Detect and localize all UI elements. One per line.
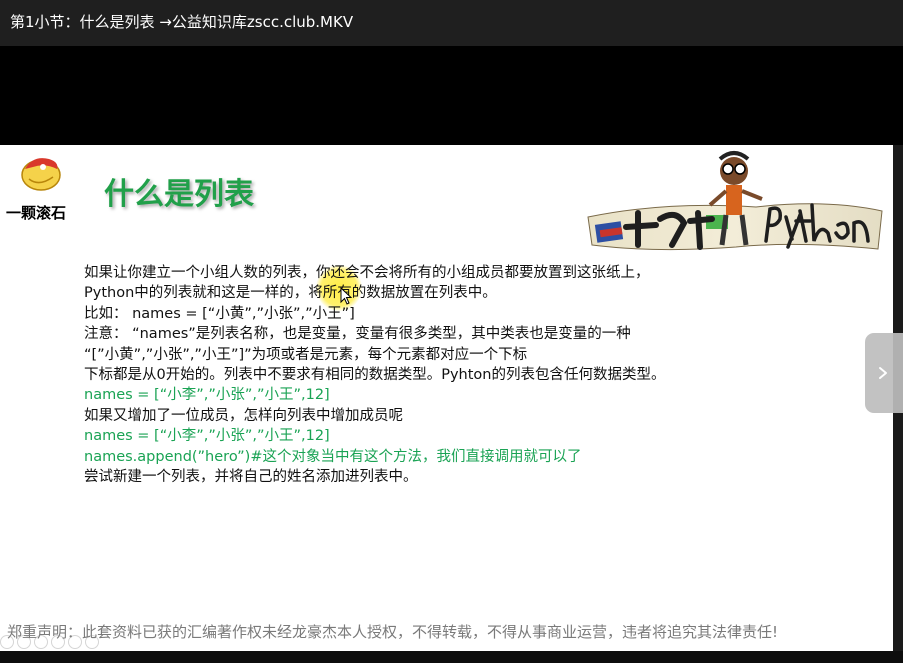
bottom-bar: [0, 651, 903, 663]
code-line: names.append(”hero”)#这个对象当中有这个方法，我们直接调用就…: [84, 448, 582, 465]
body-line: Python中的列表就和这是一样的，将所有的数据放置在列表中。: [84, 285, 497, 302]
code-line: names = [“小李”,”小张”,”小王”,12]: [84, 387, 330, 404]
python-banner-image: [587, 151, 883, 251]
copyright-disclaimer: 郑重声明：此套资料已获的汇编著作权未经龙豪杰本人授权，不得转载，不得从事商业运营…: [7, 623, 779, 641]
mouse-pointer-icon: [340, 287, 352, 305]
code-line: names = [“小李”,”小张”,”小王”,12]: [84, 428, 330, 445]
logo-label: 一颗滚石: [6, 204, 67, 222]
slide-body: 如果让你建立一个小组人数的列表，你还会不会将所有的小组成员都要放置到这张纸上， …: [84, 263, 874, 487]
body-line: 注意： “names”是列表名称，也是变量，变量有很多类型，其中类表也是变量的一…: [84, 326, 631, 343]
body-line: 比如： names = [“小黄”,”小张”,”小王”]: [84, 305, 355, 322]
body-line: 如果让你建立一个小组人数的列表，你还会不会将所有的小组成员都要放置到这张纸上，: [84, 265, 650, 281]
next-slide-control-icon[interactable]: [17, 635, 31, 649]
slides-grid-control-icon[interactable]: [51, 635, 65, 649]
pen-control-icon[interactable]: [34, 635, 48, 649]
slide-heading: 什么是列表: [104, 177, 254, 212]
body-line: 尝试新建一个列表，并将自己的姓名添加进列表中。: [84, 468, 418, 485]
body-line: 如果又增加了一位成员，怎样向列表中增加成员呢: [84, 407, 403, 424]
prev-slide-control-icon[interactable]: [0, 635, 14, 649]
slide-controls: [0, 635, 99, 649]
more-control-icon[interactable]: [85, 635, 99, 649]
body-line: “[”小黄”,”小张”,”小王”]”为项或者是元素，每个元素都对应一个下标: [84, 346, 528, 363]
chevron-right-icon: [879, 367, 887, 379]
video-letterbox: [0, 46, 903, 145]
window-titlebar: 第1小节：什么是列表 →公益知识库zscc.club.MKV: [0, 0, 903, 46]
window-title: 第1小节：什么是列表 →公益知识库zscc.club.MKV: [10, 13, 354, 31]
zoom-control-icon[interactable]: [68, 635, 82, 649]
rolling-stone-logo-icon: [21, 158, 61, 191]
slide: 一颗滚石 什么是列表 如果让你建立一个小组人数的列表，你还会不会将所有的小组成员…: [0, 145, 893, 651]
next-page-button[interactable]: [865, 333, 903, 413]
body-line: 下标都是从0开始的。列表中不要求有相同的数据类型。Pyhton的列表包含任何数据…: [84, 366, 666, 383]
